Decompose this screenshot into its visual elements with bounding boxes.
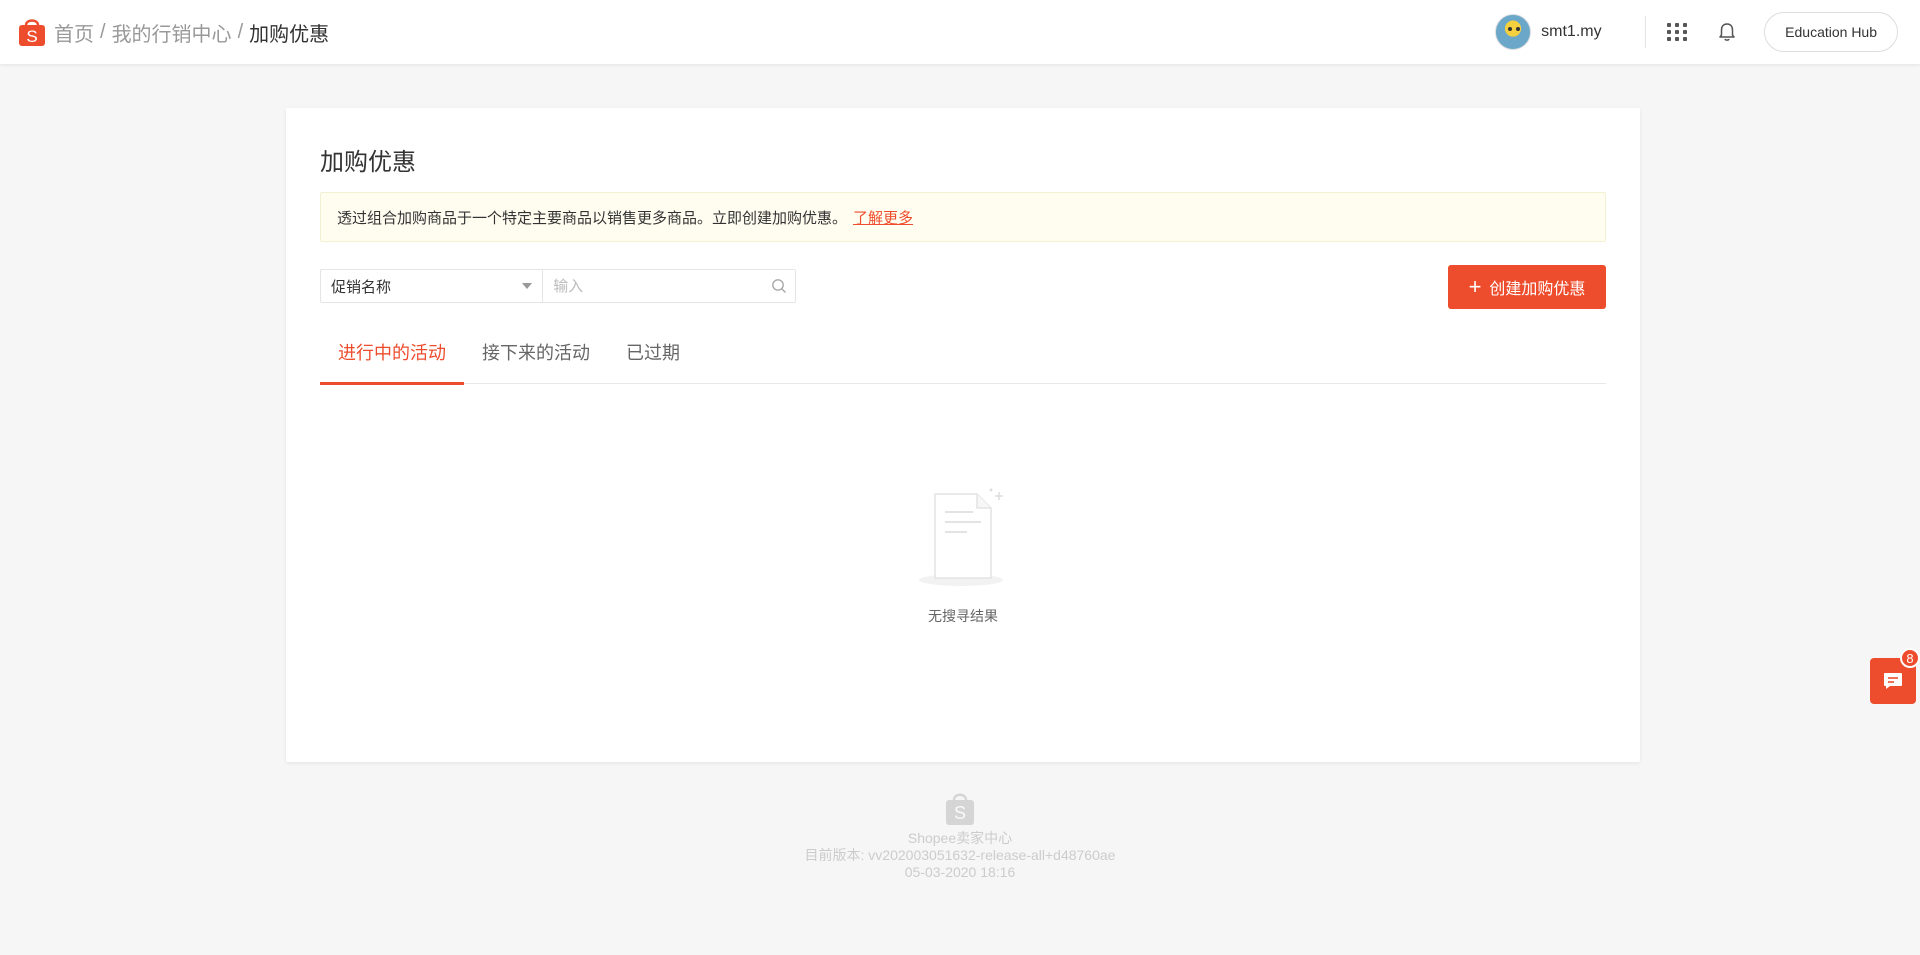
empty-state: 无搜寻结果	[286, 484, 1640, 626]
tab-ongoing[interactable]: 进行中的活动	[320, 320, 464, 385]
breadcrumb-separator: /	[100, 20, 106, 43]
empty-document-icon	[913, 484, 1013, 594]
breadcrumb-marketing[interactable]: 我的行销中心	[112, 18, 232, 47]
apps-grid-icon[interactable]	[1666, 21, 1688, 43]
learn-more-link[interactable]: 了解更多	[853, 207, 913, 228]
notice-text: 透过组合加购商品于一个特定主要商品以销售更多商品。立即创建加购优惠。	[337, 209, 848, 227]
bundle-deal-card: 加购优惠 透过组合加购商品于一个特定主要商品以销售更多商品。立即创建加购优惠。 …	[286, 108, 1640, 762]
header-actions: smt1.my Education Hub	[1495, 0, 1898, 64]
username[interactable]: smt1.my	[1541, 23, 1631, 41]
svg-text:S: S	[26, 27, 37, 46]
empty-state-text: 无搜寻结果	[928, 608, 998, 624]
search-icon[interactable]	[762, 270, 795, 302]
create-button-label: 创建加购优惠	[1489, 281, 1586, 298]
search-input[interactable]	[543, 270, 763, 302]
bell-icon[interactable]	[1716, 21, 1738, 43]
page-title: 加购优惠	[320, 149, 416, 176]
footer-brand: Shopee卖家中心	[907, 830, 1013, 846]
chat-unread-badge: 8	[1900, 648, 1920, 668]
shopee-footer-logo-icon: S	[945, 790, 975, 826]
svg-text:S: S	[954, 803, 966, 823]
status-tabs: 进行中的活动 接下来的活动 已过期	[320, 320, 1606, 385]
search-filter: 促销名称	[320, 269, 796, 303]
breadcrumb-current: 加购优惠	[249, 23, 330, 46]
footer-date: 05-03-2020 18:16	[904, 864, 1016, 880]
breadcrumb: 首页 / 我的行销中心 / 加购优惠	[54, 18, 329, 47]
chat-icon	[1884, 673, 1902, 689]
plus-icon: +	[1468, 274, 1482, 299]
avatar[interactable]	[1495, 14, 1532, 50]
info-notice: 透过组合加购商品于一个特定主要商品以销售更多商品。立即创建加购优惠。 了解更多	[320, 192, 1606, 242]
footer-version: 目前版本: vv202003051632-release-all+d48760a…	[804, 847, 1116, 863]
education-hub-button[interactable]: Education Hub	[1764, 12, 1898, 52]
caret-down-icon	[522, 283, 533, 289]
breadcrumb-separator: /	[237, 20, 244, 43]
filter-type-select[interactable]: 促销名称	[321, 270, 544, 302]
header-divider	[1645, 16, 1647, 48]
footer: S Shopee卖家中心 目前版本: vv202003051632-releas…	[0, 790, 1920, 881]
tab-expired[interactable]: 已过期	[608, 320, 698, 384]
top-bar: S 首页 / 我的行销中心 / 加购优惠 smt1.my Education H…	[0, 0, 1920, 64]
shopee-logo-icon[interactable]: S	[18, 17, 46, 47]
tab-upcoming[interactable]: 接下来的活动	[464, 320, 608, 384]
breadcrumb-home[interactable]: 首页	[54, 18, 94, 47]
filter-type-value: 促销名称	[331, 278, 392, 296]
create-bundle-deal-button[interactable]: + 创建加购优惠	[1448, 265, 1606, 309]
